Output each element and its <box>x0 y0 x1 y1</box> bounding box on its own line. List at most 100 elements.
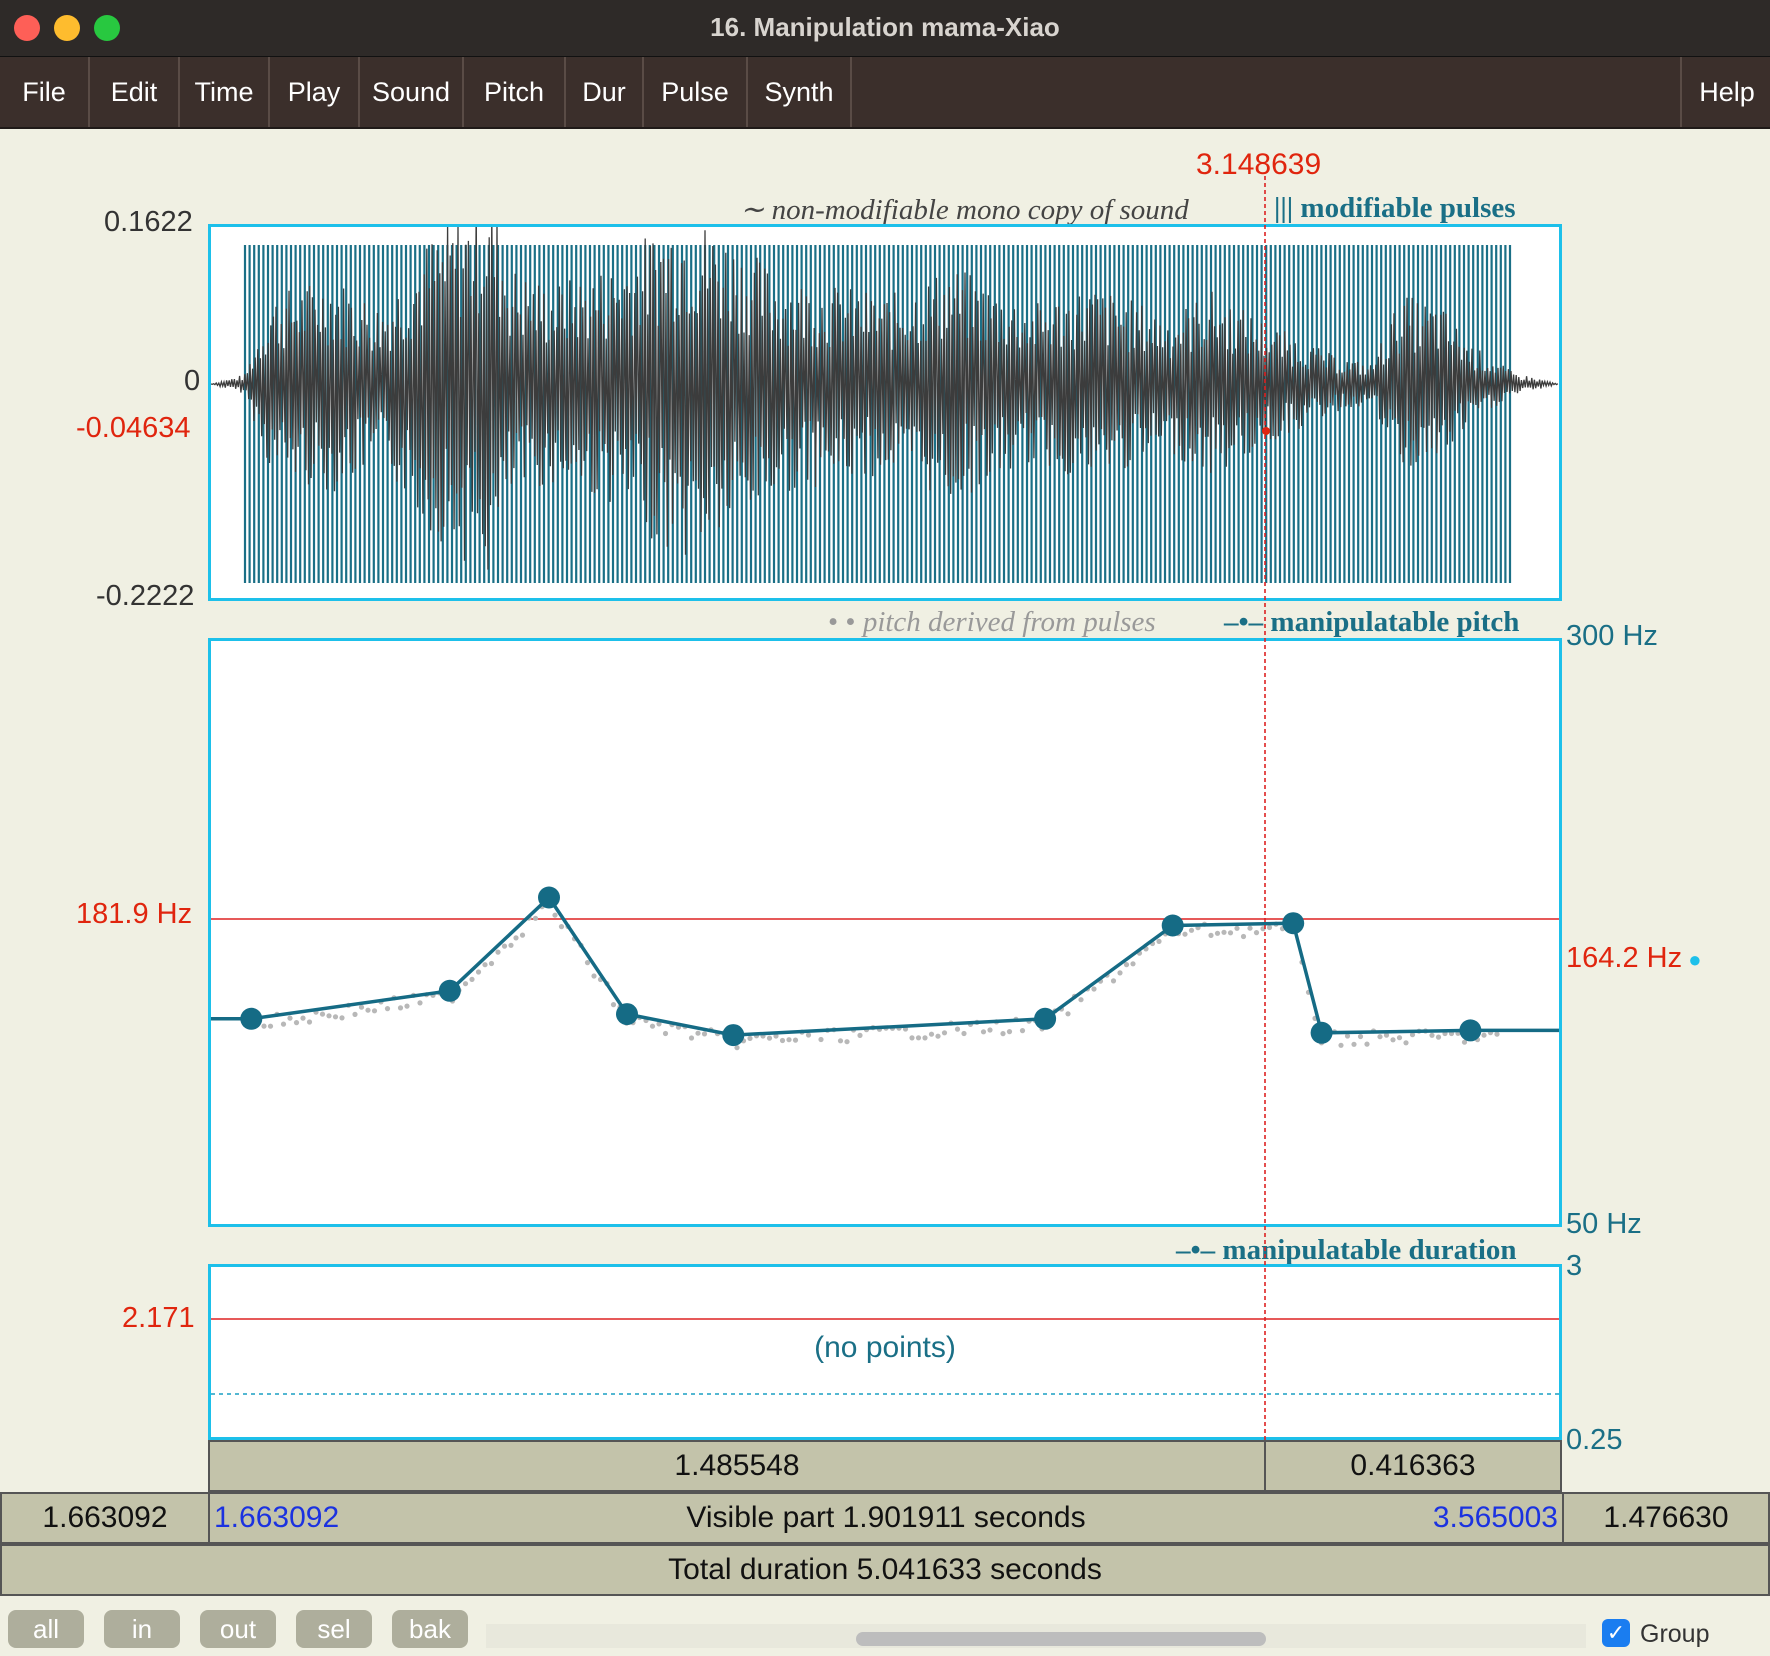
sound-y-max: 0.1622 <box>104 206 193 238</box>
zoom-out-button[interactable]: out <box>200 1610 276 1648</box>
derived-pitch-dot <box>319 1011 326 1017</box>
menu-help[interactable]: Help <box>1680 57 1770 127</box>
sound-y-min: -0.2222 <box>96 580 195 612</box>
derived-pitch-dot <box>1117 970 1123 976</box>
derived-pitch-dot <box>1435 1034 1442 1040</box>
pitch-point <box>722 1024 745 1047</box>
zoom-all-button[interactable]: all <box>8 1610 84 1648</box>
derived-pitch-dot <box>552 912 558 918</box>
menu-dur[interactable]: Dur <box>566 57 644 127</box>
cursor-time-label: 3.148639 <box>1196 148 1322 181</box>
derived-pitch-dot <box>300 1015 306 1021</box>
right-outside-bar[interactable]: 1.476630 <box>1562 1492 1770 1544</box>
derived-pitch-dot <box>488 960 495 967</box>
derived-pitch-dot <box>508 942 514 948</box>
derived-pitch-dot <box>1000 1031 1006 1037</box>
derived-pitch-dot <box>261 1023 267 1029</box>
derived-pitch-dot <box>980 1029 987 1035</box>
pitch-cursor-hz-left: 181.9 Hz <box>76 898 193 930</box>
derived-pitch-dot <box>1019 1028 1026 1034</box>
derived-pitch-dot <box>339 1015 345 1021</box>
scrollbar-thumb[interactable] <box>856 1632 1266 1646</box>
zoom-sel-button[interactable]: sel <box>296 1610 372 1648</box>
pitch-dot-icon: ● <box>1682 947 1702 972</box>
derived-pitch-dot <box>954 1026 961 1032</box>
derived-pitch-dot <box>1377 1034 1383 1040</box>
pitch-top-label: 300 Hz <box>1566 620 1658 652</box>
derived-pitch-dot <box>293 1020 300 1026</box>
horizontal-scrollbar[interactable] <box>486 1624 1586 1648</box>
total-duration-bar[interactable]: Total duration 5.041633 seconds <box>0 1544 1770 1596</box>
derived-pitch-dot <box>1396 1035 1403 1041</box>
derived-pitch-dot <box>371 1008 378 1014</box>
legend-manip-pitch: –•– manipulatable pitch <box>1224 606 1520 638</box>
manip-pitch-line <box>211 894 1559 1037</box>
derived-pitch-dot <box>1214 930 1221 936</box>
menu-edit[interactable]: Edit <box>90 57 180 127</box>
pitch-panel[interactable] <box>208 638 1562 1227</box>
title-bar: 16. Manipulation mama-Xiao <box>0 0 1770 57</box>
duration-panel[interactable]: (no points) <box>208 1264 1562 1440</box>
menu-pitch[interactable]: Pitch <box>464 57 566 127</box>
duration-bottom-label: 0.25 <box>1566 1424 1623 1456</box>
selection-left-bar[interactable]: 1.485548 <box>208 1440 1266 1492</box>
derived-pitch-dot <box>475 969 482 975</box>
derived-pitch-dot <box>909 1035 915 1041</box>
pitch-point <box>1282 912 1305 935</box>
legend-derived-pitch: • • pitch derived from pulses <box>828 606 1156 638</box>
derived-pitch-dot <box>1338 1042 1344 1048</box>
derived-pitch-dot <box>941 1030 948 1036</box>
derived-pitch-dot <box>1390 1037 1396 1043</box>
menu-synth[interactable]: Synth <box>748 57 852 127</box>
pulses-icon: ||| <box>1274 192 1301 224</box>
derived-pitch-dot <box>280 1021 287 1027</box>
menu-pulse[interactable]: Pulse <box>644 57 748 127</box>
derived-pitch-dot <box>1266 924 1273 931</box>
selection-right-bar[interactable]: 0.416363 <box>1264 1440 1562 1492</box>
menu-sound[interactable]: Sound <box>360 57 464 127</box>
menu-file[interactable]: File <box>0 57 90 127</box>
derived-pitch-dot <box>1110 978 1117 984</box>
zoom-back-button[interactable]: bak <box>392 1610 468 1648</box>
pitch-svg <box>211 886 1559 1051</box>
pitch-point <box>616 1003 638 1026</box>
derived-pitch-dot <box>1247 925 1253 931</box>
sound-panel[interactable] <box>208 224 1562 601</box>
derived-pitch-dot <box>417 1000 423 1006</box>
pitch-bottom-label: 50 Hz <box>1566 1208 1642 1240</box>
left-outside-bar[interactable]: 1.663092 <box>0 1492 210 1544</box>
waveform-svg <box>211 227 1559 583</box>
derived-pitch-dot <box>766 1035 773 1041</box>
derived-pitch-dot <box>857 1032 863 1038</box>
derived-pitch-dot <box>1481 1032 1487 1038</box>
pitch-point <box>240 1007 263 1030</box>
window-title: 16. Manipulation mama-Xiao <box>710 12 1060 42</box>
pitch-point <box>1161 914 1184 937</box>
visible-start: 1.663092 <box>214 1501 340 1534</box>
derived-pitch-dot <box>915 1035 922 1041</box>
group-checkbox[interactable]: ✓ <box>1602 1619 1630 1647</box>
derived-pitch-dot <box>961 1030 967 1037</box>
derived-pitch-dot <box>928 1031 935 1037</box>
derived-pitch-dot <box>1227 930 1234 936</box>
derived-pitch-dot <box>519 932 526 938</box>
menu-time[interactable]: Time <box>180 57 270 127</box>
derived-pitch-dot <box>1494 1031 1500 1037</box>
no-points-text: (no points) <box>814 1331 956 1364</box>
duration-top-label: 3 <box>1566 1250 1583 1282</box>
menu-play[interactable]: Play <box>270 57 360 127</box>
zoom-in-button[interactable]: in <box>104 1610 180 1648</box>
derived-pitch-dot <box>352 1011 358 1017</box>
derived-pitch-dot <box>1240 933 1247 940</box>
derived-pitch-dot <box>365 1007 371 1013</box>
derived-pitch-dot <box>701 1031 708 1037</box>
derived-pitch-dot <box>818 1036 824 1043</box>
derived-pitch-dot <box>1429 1032 1435 1038</box>
derived-pitch-dot <box>1078 997 1084 1003</box>
visible-part-bar[interactable]: 1.663092 Visible part 1.901911 seconds 3… <box>208 1492 1564 1544</box>
pitch-point <box>438 979 461 1002</box>
derived-pitch-dot <box>358 1004 365 1010</box>
derived-pitch-dot <box>306 1019 313 1025</box>
legend-sound: ∼ non-modifiable mono copy of sound <box>740 194 1189 226</box>
derived-pitch-dot <box>1351 1041 1357 1047</box>
